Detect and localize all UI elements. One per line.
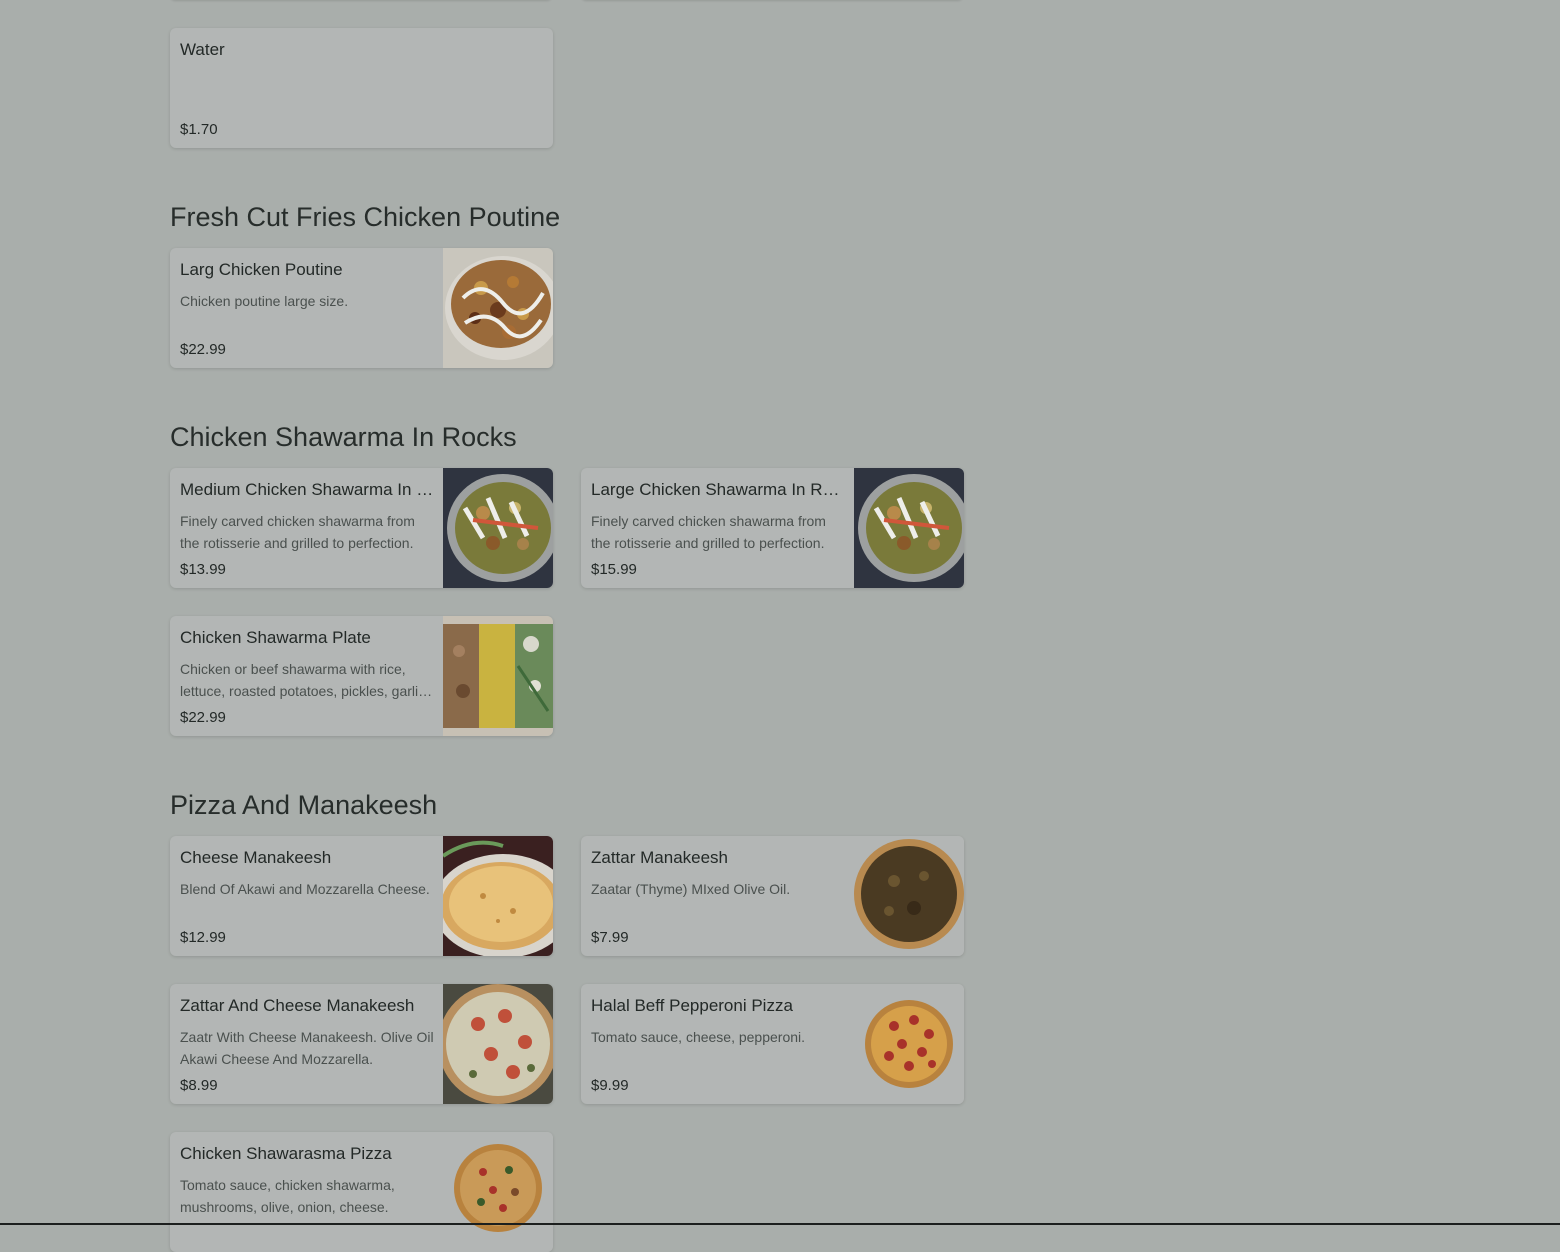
menu-item-card-chicken-shawarma-pizza[interactable]: Chicken Shawarasma Pizza Tomato sauce, c…: [170, 1132, 553, 1252]
menu-item-description: Finely carved chicken shawarma from the …: [180, 513, 415, 551]
menu-item-name: Halal Beff Pepperoni Pizza: [591, 996, 793, 1015]
shawarma-pizza-image: [443, 1132, 553, 1252]
menu-item-description: Chicken poutine large size.: [180, 293, 349, 309]
menu-item-description: Tomato sauce, cheese, pepperoni.: [591, 1029, 806, 1045]
menu-item-name: Cheese Manakeesh: [180, 848, 332, 867]
menu-item-description: Zaatar (Thyme) MIxed Olive Oil.: [591, 881, 791, 897]
menu-item-name: Medium Chicken Shawarma In Rocks: [180, 480, 436, 499]
section-title: Chicken Shawarma In Rocks: [170, 422, 517, 452]
menu-item-name: Large Chicken Shawarma In Rocks: [591, 480, 847, 499]
menu-item-card-chicken-shawarma-plate[interactable]: Chicken Shawarma Plate Chicken or beef s…: [170, 616, 553, 736]
pepperoni-pizza-image: [854, 984, 964, 1104]
menu-item-description: Tomato sauce, chicken shawarma, mushroom…: [180, 1177, 395, 1215]
menu-item-description: Zaatr With Cheese Manakeesh. Olive Oil A…: [180, 1029, 434, 1067]
section-title: Pizza And Manakeesh: [170, 790, 438, 820]
menu-item-description: Chicken or beef shawarma with rice, lett…: [180, 661, 426, 699]
section-title: Fresh Cut Fries Chicken Poutine: [170, 202, 561, 232]
menu-item-price: $22.99: [180, 341, 226, 358]
cheese-manakeesh-image: [443, 836, 553, 956]
zaatar-manakeesh-image: [854, 836, 964, 956]
menu-item-description: Finely carved chicken shawarma from the …: [591, 513, 826, 551]
shawarma-plate-image: [443, 616, 553, 736]
menu-item-description: Blend Of Akawi and Mozzarella Cheese.: [180, 881, 430, 897]
menu-item-card-cheese-manakeesh[interactable]: Cheese Manakeesh Blend Of Akawi and Mozz…: [170, 836, 553, 956]
shawarma-rocks-image: [854, 468, 964, 588]
menu-item-name: Chicken Shawarma Plate: [180, 628, 371, 647]
menu-item-price: $1.70: [180, 121, 218, 138]
zaatar-cheese-image: [443, 984, 553, 1104]
menu-item-name: Chicken Shawarasma Pizza: [180, 1144, 392, 1163]
menu-item-card-water[interactable]: Water $1.70: [170, 28, 553, 148]
poutine-bowl-image: [443, 248, 553, 368]
menu-item-name: Larg Chicken Poutine: [180, 260, 343, 279]
menu-item-name: Zattar And Cheese Manakeesh: [180, 996, 415, 1015]
menu-item-card-large-chicken-shawarma[interactable]: Large Chicken Shawarma In Rocks Finely c…: [581, 468, 964, 588]
menu-item-price: $9.99: [591, 1077, 629, 1094]
menu-item-price: $8.99: [180, 1077, 218, 1094]
menu-item-card-zattar-manakeesh[interactable]: Zattar Manakeesh Zaatar (Thyme) MIxed Ol…: [581, 836, 964, 956]
previous-row-cards: [170, 0, 970, 2]
menu-item-card-pepperoni-pizza[interactable]: Halal Beff Pepperoni Pizza Tomato sauce,…: [581, 984, 964, 1104]
menu-item-price: $13.99: [180, 561, 226, 578]
menu-item-price: $12.99: [180, 929, 226, 946]
menu-item-name: Water: [180, 40, 225, 59]
menu-item-price: $7.99: [591, 929, 629, 946]
menu-item-card-larg-chicken-poutine[interactable]: Larg Chicken Poutine Chicken poutine lar…: [170, 248, 553, 368]
menu-item-card-zattar-and-cheese[interactable]: Zattar And Cheese Manakeesh Zaatr With C…: [170, 984, 553, 1104]
menu-item-card-medium-chicken-shawarma[interactable]: Medium Chicken Shawarma In Rocks Finely …: [170, 468, 553, 588]
menu-item-name: Zattar Manakeesh: [591, 848, 729, 867]
shawarma-rocks-image: [443, 468, 553, 588]
menu-item-price: $22.99: [180, 709, 226, 726]
menu-item-price: $15.99: [591, 561, 637, 578]
